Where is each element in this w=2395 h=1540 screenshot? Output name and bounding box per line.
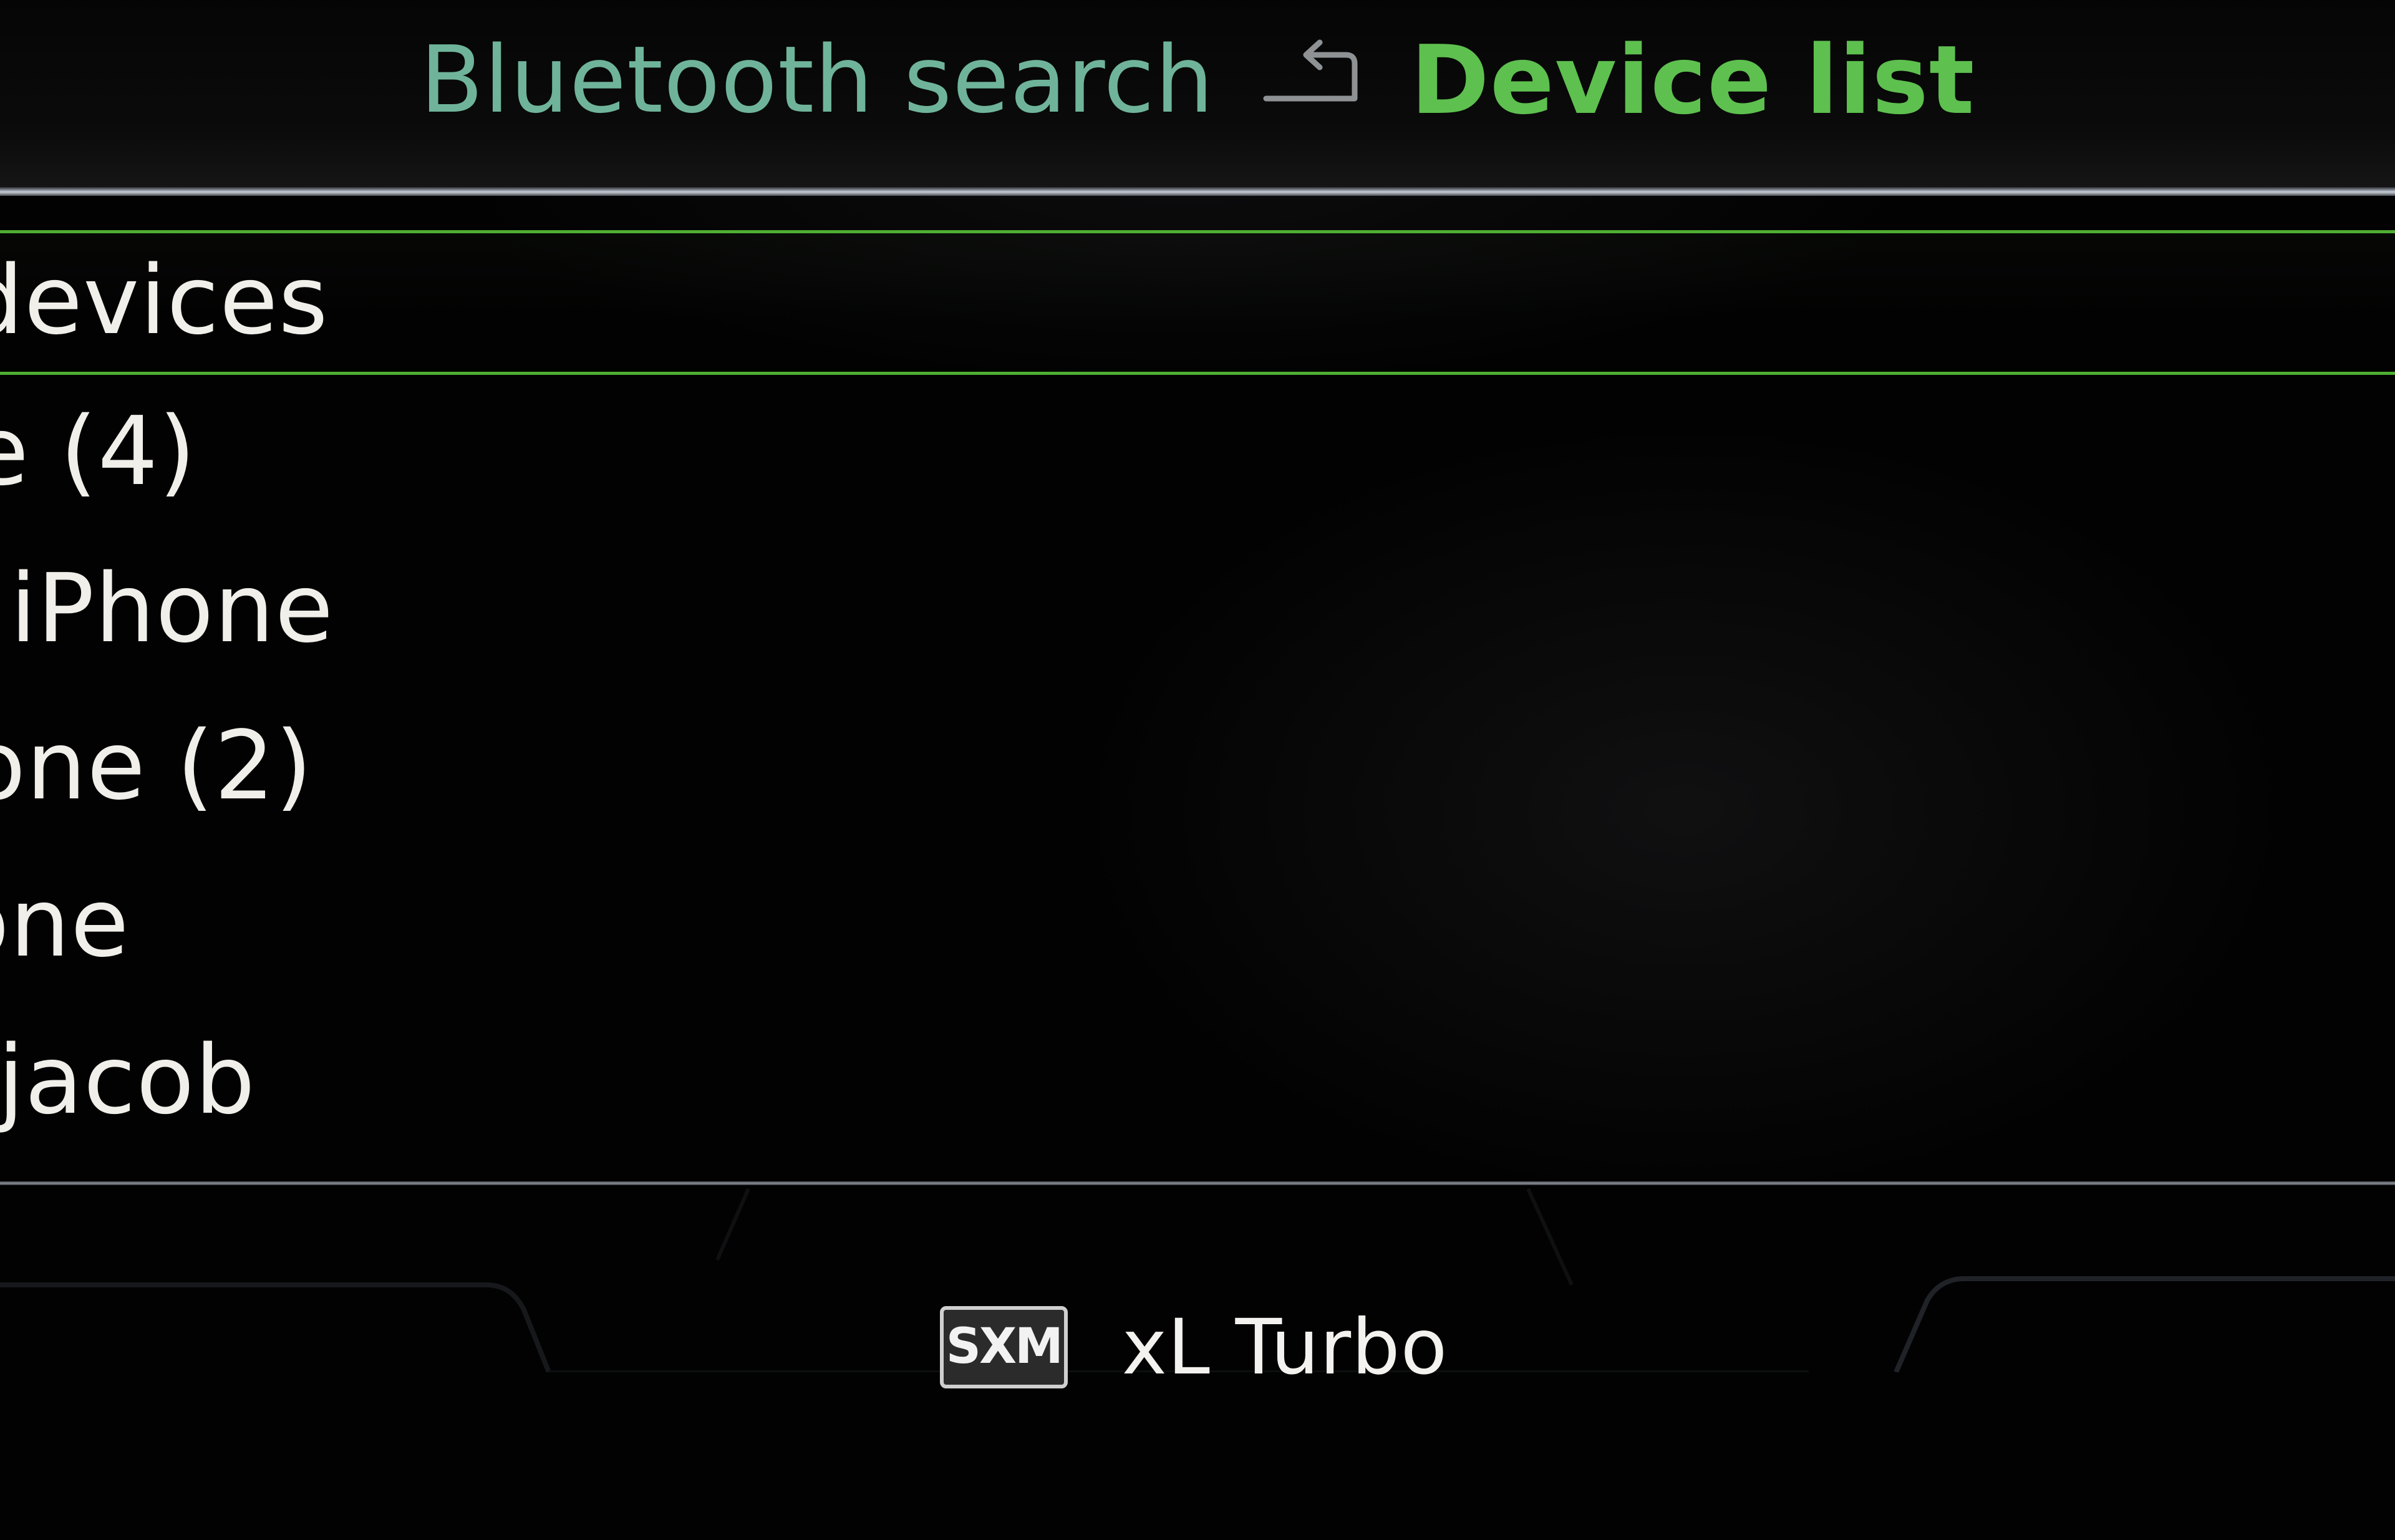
list-item-device[interactable]: iPhone (4)	[0, 375, 2395, 532]
header-bar: Bluetooth search Device list	[0, 0, 2395, 187]
device-list: Find new devices iPhone (4) Georges’s iP…	[0, 196, 2395, 1188]
list-item-label: Georges’s iPhone	[0, 553, 334, 664]
list-item-device[interactable]: Eric’s iPhone (2)	[0, 689, 2395, 846]
breadcrumb-parent[interactable]: Bluetooth search	[420, 26, 1214, 133]
now-playing[interactable]: SXM xL Turbo	[0, 1294, 2395, 1400]
header-divider	[0, 187, 2395, 196]
list-item-label: iPhone (4)	[0, 395, 196, 506]
list-item-label: iPhone	[0, 867, 130, 978]
breadcrumb-current: Device list	[1410, 24, 1975, 135]
siriusxm-logo: SXM	[939, 1306, 1068, 1388]
list-item-find-new-devices[interactable]: Find new devices	[0, 230, 2395, 375]
breadcrumb: Bluetooth search Device list	[0, 17, 2395, 142]
return-arrow-icon[interactable]	[1261, 39, 1367, 114]
infotainment-screen: Bluetooth search Device list Find new de…	[0, 0, 2395, 1540]
list-item-label: iPad de jacob	[0, 1024, 256, 1135]
station-name: xL Turbo	[1121, 1303, 1448, 1392]
list-item-device[interactable]: Georges’s iPhone	[0, 532, 2395, 689]
list-item-device[interactable]: iPhone	[0, 846, 2395, 1004]
list-item-device[interactable]: iPad de jacob	[0, 1004, 2395, 1161]
list-item-label: Find new devices	[0, 245, 329, 356]
list-item-label: Eric’s iPhone (2)	[0, 710, 313, 821]
now-playing-bar: SXM xL Turbo	[0, 1185, 2395, 1540]
